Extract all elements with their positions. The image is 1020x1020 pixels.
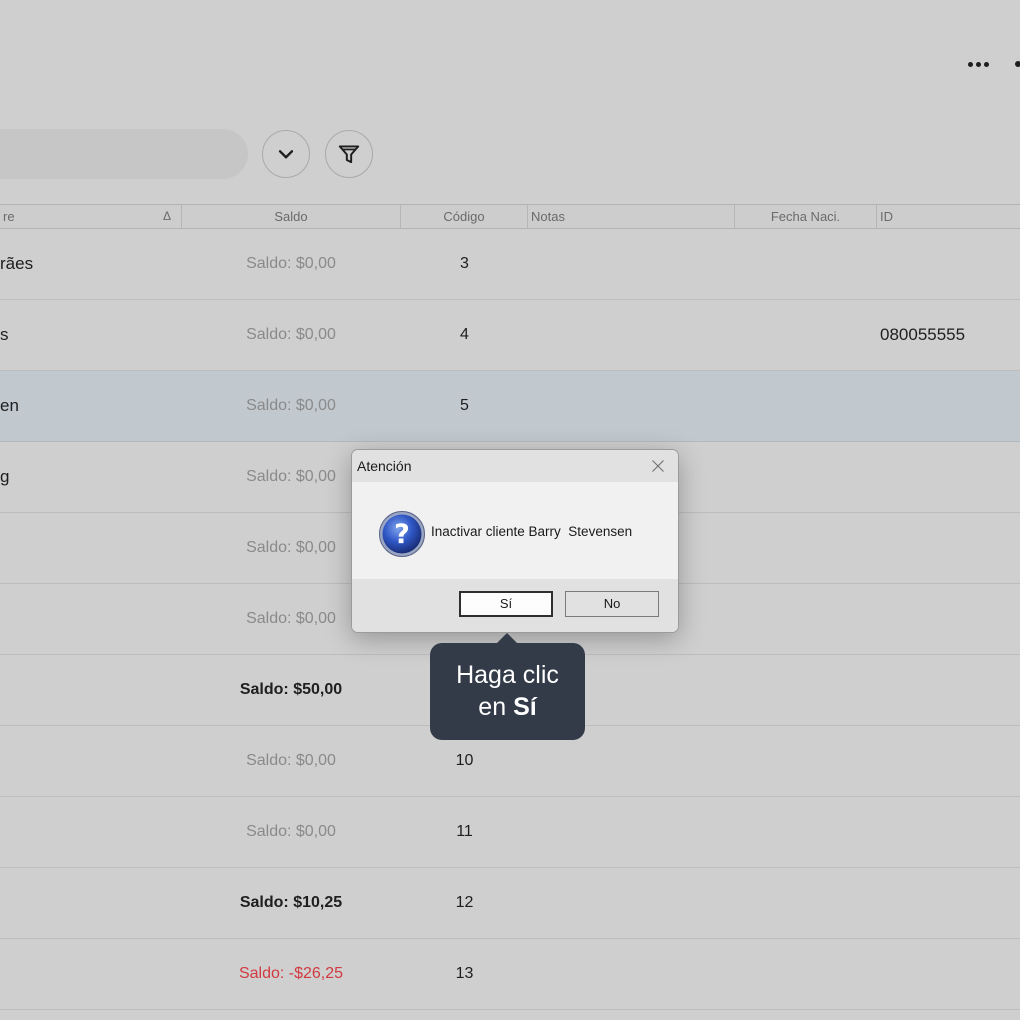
svg-text:?: ?: [394, 519, 410, 550]
dialog-title: Atención: [357, 458, 412, 474]
dialog-titlebar[interactable]: Atención: [352, 450, 678, 482]
cell-codigo: 3: [460, 255, 469, 272]
cell-nombre: s: [0, 325, 9, 344]
cell-codigo: 4: [460, 326, 469, 343]
cell-nombre: en: [0, 396, 19, 415]
column-header-fecha[interactable]: Fecha Naci.: [735, 205, 877, 228]
table-row-selected[interactable]: en Saldo: $0,00 5: [0, 371, 1020, 442]
more-options-button[interactable]: [962, 52, 994, 76]
column-header-saldo[interactable]: Saldo: [182, 205, 401, 228]
table-header: re Δ Saldo Código Notas Fecha Naci. ID: [0, 204, 1020, 229]
cell-saldo: Saldo: $0,00: [246, 752, 336, 769]
column-header-codigo[interactable]: Código: [401, 205, 528, 228]
dropdown-button[interactable]: [262, 130, 310, 178]
tooltip-line1: Haga clic: [456, 661, 559, 689]
column-header-notas[interactable]: Notas: [528, 205, 735, 228]
cell-nombre: g: [0, 467, 10, 486]
cell-codigo: 12: [455, 894, 474, 911]
sort-ascending-icon: Δ: [163, 209, 172, 223]
table-row[interactable]: rães Saldo: $0,00 3: [0, 229, 1020, 300]
question-icon: ?: [379, 511, 425, 557]
filter-icon: [338, 145, 360, 164]
cell-nombre: rães: [0, 254, 34, 273]
column-header-nombre[interactable]: re Δ: [0, 205, 182, 228]
cell-saldo: Saldo: $0,00: [246, 823, 336, 840]
cell-saldo: Saldo: $50,00: [239, 681, 343, 698]
table-row[interactable]: Saldo: $0,00 11: [0, 797, 1020, 868]
instruction-tooltip: Haga clic en Sí: [430, 633, 585, 740]
no-button[interactable]: No: [565, 591, 659, 617]
cell-saldo: Saldo: $0,00: [246, 326, 336, 343]
cell-codigo: 13: [455, 965, 474, 982]
partial-icon: [1015, 61, 1020, 67]
table-row[interactable]: Saldo: $10,25 12: [0, 868, 1020, 939]
table-row[interactable]: s Saldo: $0,00 4 080055555: [0, 300, 1020, 371]
cell-saldo: Saldo: $0,00: [246, 255, 336, 272]
cell-codigo: 11: [456, 823, 473, 840]
dialog-footer: Sí No: [352, 579, 678, 632]
confirm-dialog: Atención ? Inactivar cliente Barry Steve…: [351, 449, 679, 633]
dialog-body: ? Inactivar cliente Barry Stevensen: [352, 482, 678, 579]
cell-saldo: Saldo: $0,00: [246, 397, 336, 414]
cell-saldo: Saldo: -$26,25: [238, 965, 344, 982]
dialog-message: Inactivar cliente Barry Stevensen: [431, 524, 633, 539]
search-input[interactable]: [0, 129, 248, 179]
tooltip-line2: en Sí: [478, 693, 537, 721]
more-horizontal-icon: [967, 61, 973, 67]
cell-saldo: Saldo: $10,25: [239, 894, 343, 911]
table-row[interactable]: Saldo: -$26,25 13: [0, 939, 1020, 1010]
cell-codigo: 5: [460, 397, 469, 414]
filter-button[interactable]: [325, 130, 373, 178]
close-icon[interactable]: [648, 456, 668, 476]
yes-button[interactable]: Sí: [459, 591, 553, 617]
cell-id: 080055555: [880, 325, 966, 344]
chevron-down-icon: [278, 150, 294, 159]
column-header-id[interactable]: ID: [877, 205, 1020, 228]
